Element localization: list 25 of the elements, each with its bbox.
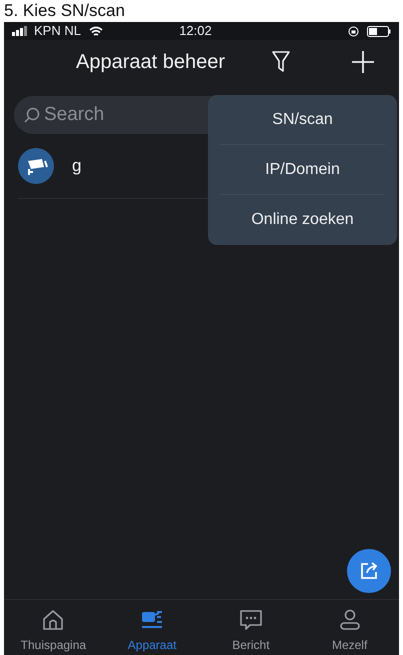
add-icon[interactable] (352, 51, 374, 73)
home-icon (41, 608, 66, 632)
person-icon (338, 608, 362, 632)
carrier-name: KPN NL (34, 22, 81, 40)
rotation-lock-icon (348, 26, 359, 36)
menu-item[interactable]: Online zoeken (220, 195, 385, 245)
device-name[interactable]: g (72, 153, 82, 179)
page-title: Apparaat beheer (76, 50, 226, 75)
caption-text: 5. Kies SN/scan (3, 0, 126, 22)
menu-item[interactable]: IP/Domein (220, 145, 385, 195)
camera-icon (18, 148, 54, 184)
share-icon (359, 561, 379, 581)
signal-icon (12, 26, 30, 36)
wifi-icon (88, 26, 103, 36)
chat-icon (238, 608, 263, 632)
tab[interactable]: Bericht (202, 600, 300, 655)
menu-item[interactable]: SN/scan (220, 95, 385, 145)
status-time: 12:02 (178, 22, 213, 40)
tab[interactable]: Apparaat (102, 600, 202, 655)
tab[interactable]: Thuispagina (4, 600, 103, 655)
search-icon (24, 107, 40, 123)
filter-icon[interactable] (272, 51, 290, 73)
tab[interactable]: Mezelf (300, 600, 399, 655)
share-button[interactable] (347, 549, 391, 593)
battery-icon (367, 26, 391, 36)
